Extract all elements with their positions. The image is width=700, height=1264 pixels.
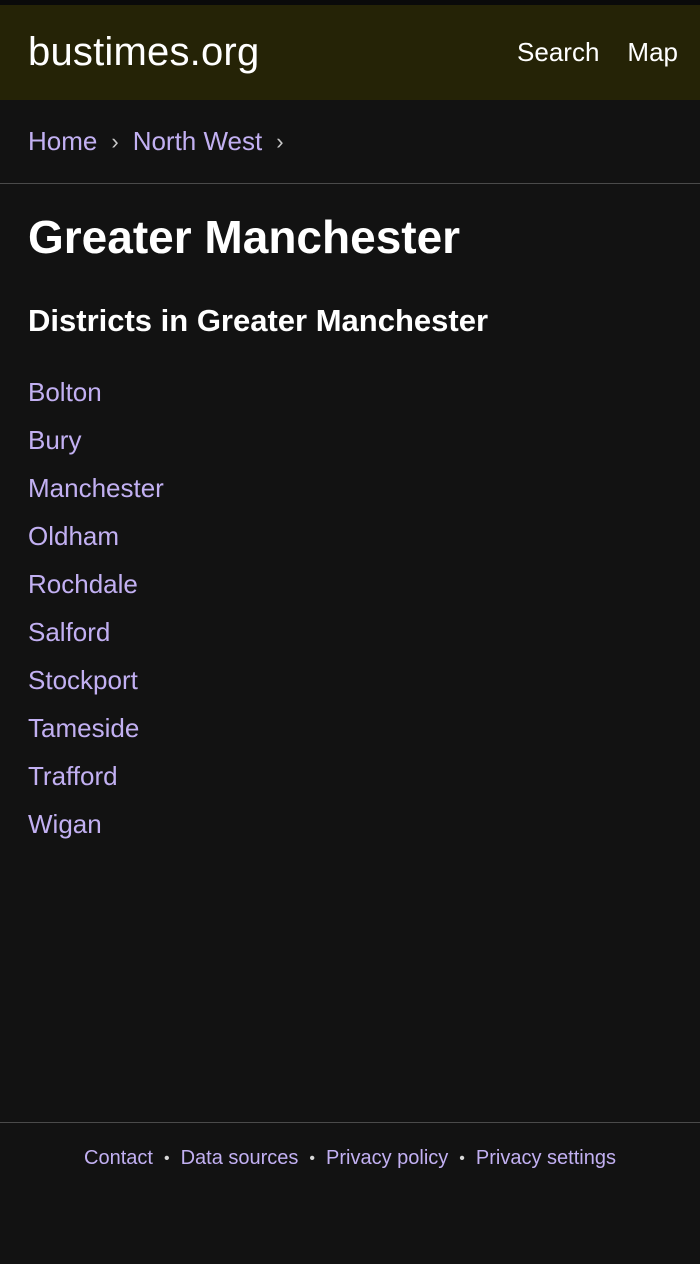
district-list: Bolton Bury Manchester Oldham Rochdale S… [28, 368, 672, 848]
footer-privacy-policy-link[interactable]: Privacy policy [326, 1147, 448, 1170]
district-link-trafford[interactable]: Trafford [28, 761, 118, 791]
list-item: Tameside [28, 704, 672, 752]
site-footer: Contact • Data sources • Privacy policy … [0, 1122, 700, 1264]
footer-data-sources-link[interactable]: Data sources [181, 1147, 299, 1170]
header-nav: Search Map [517, 37, 678, 68]
list-item: Salford [28, 608, 672, 656]
main-content: Greater Manchester Districts in Greater … [0, 184, 700, 1122]
list-item: Bury [28, 416, 672, 464]
district-link-stockport[interactable]: Stockport [28, 665, 138, 695]
breadcrumb-north-west[interactable]: North West [133, 126, 263, 157]
district-link-manchester[interactable]: Manchester [28, 473, 164, 503]
breadcrumb-home[interactable]: Home [28, 126, 97, 157]
district-link-oldham[interactable]: Oldham [28, 521, 119, 551]
list-item: Oldham [28, 512, 672, 560]
breadcrumb-separator-icon: › [111, 128, 119, 154]
footer-links: Contact • Data sources • Privacy policy … [84, 1147, 616, 1264]
district-link-rochdale[interactable]: Rochdale [28, 569, 138, 599]
section-title: Districts in Greater Manchester [28, 303, 489, 338]
district-link-salford[interactable]: Salford [28, 617, 110, 647]
district-link-wigan[interactable]: Wigan [28, 809, 102, 839]
district-link-bury[interactable]: Bury [28, 425, 81, 455]
list-item: Manchester [28, 464, 672, 512]
site-header: bustimes.org Search Map [0, 5, 700, 100]
map-link[interactable]: Map [627, 37, 678, 68]
district-link-tameside[interactable]: Tameside [28, 713, 139, 743]
site-title-link[interactable]: bustimes.org [28, 30, 259, 75]
list-item: Trafford [28, 752, 672, 800]
page-title: Greater Manchester [28, 211, 461, 263]
footer-separator-icon: • [309, 1150, 316, 1167]
search-link[interactable]: Search [517, 37, 599, 68]
footer-privacy-settings-link[interactable]: Privacy settings [476, 1147, 616, 1170]
district-link-bolton[interactable]: Bolton [28, 377, 102, 407]
list-item: Rochdale [28, 560, 672, 608]
list-item: Stockport [28, 656, 672, 704]
footer-separator-icon: • [459, 1150, 465, 1167]
footer-contact-link[interactable]: Contact [84, 1147, 153, 1170]
breadcrumb: Home › North West › [0, 100, 700, 184]
list-item: Wigan [28, 800, 672, 848]
list-item: Bolton [28, 368, 672, 416]
footer-separator-icon: • [163, 1150, 170, 1167]
breadcrumb-separator-icon: › [276, 128, 284, 154]
